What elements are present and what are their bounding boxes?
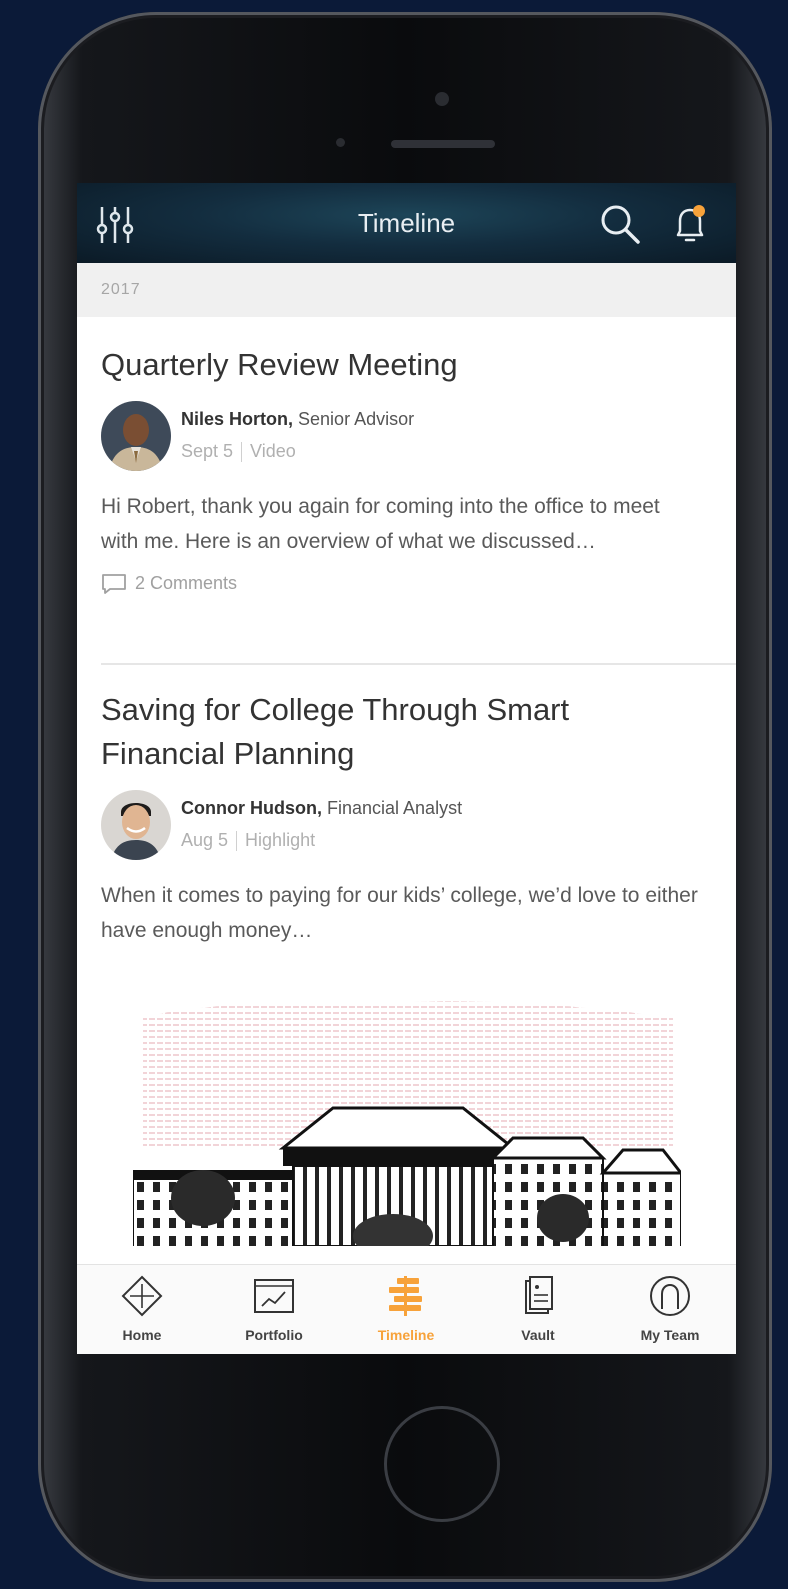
bell-icon [676, 205, 705, 242]
author-name-text: Niles Horton, [181, 409, 294, 429]
meta-divider [236, 831, 238, 852]
earpiece-speaker [391, 140, 495, 148]
search-icon [601, 205, 640, 244]
post-excerpt: When it comes to paying for our kids’ co… [101, 884, 698, 942]
tab-portfolio[interactable]: Portfolio [219, 1265, 329, 1354]
app-screen: Timeline 2017 Quarterly Review Meeting N… [77, 183, 736, 1354]
tab-home[interactable]: Home [87, 1265, 197, 1354]
my-team-icon [650, 1276, 690, 1316]
author-role: Senior Advisor [298, 409, 415, 429]
vault-document-icon [525, 1276, 553, 1314]
year-section-header: 2017 [77, 263, 736, 317]
tab-timeline[interactable]: Timeline [351, 1265, 461, 1354]
post-meta: Sept 5 Video [181, 441, 296, 463]
comment-bubble-icon [102, 574, 126, 594]
post-type: Video [250, 441, 296, 461]
author-name-text: Connor Hudson, [181, 798, 322, 818]
tab-label: Timeline [377, 1327, 435, 1343]
notifications-button[interactable] [667, 199, 713, 249]
home-diamond-icon [121, 1275, 163, 1317]
timeline-icon [389, 1276, 422, 1316]
front-camera [435, 92, 449, 106]
notification-dot [693, 205, 705, 217]
tab-label: Home [122, 1327, 162, 1343]
post-type: Highlight [245, 830, 316, 850]
post-illustration[interactable] [132, 998, 685, 1263]
top-bar: Timeline [77, 183, 736, 263]
advisor-photo-icon [101, 401, 171, 471]
author-name: Niles Horton, Senior Advisor [181, 409, 414, 430]
post-title[interactable]: Quarterly Review Meeting [101, 343, 736, 387]
tab-label: My Team [640, 1327, 700, 1343]
proximity-sensor [336, 138, 345, 147]
post-meta: Aug 5 Highlight [181, 830, 316, 852]
treasury-building-illustration [132, 1001, 685, 1263]
meta-divider [241, 442, 243, 463]
author-role: Financial Analyst [327, 798, 463, 818]
search-button[interactable] [597, 201, 643, 247]
bottom-tab-bar: Home Portfolio Timeline Vault My Team [77, 1264, 736, 1354]
portfolio-chart-icon [254, 1279, 294, 1313]
post-author: Connor Hudson, Financial Analyst Aug 5 Hi… [101, 790, 736, 864]
post-author: Niles Horton, Senior Advisor Sept 5 Video [101, 401, 736, 475]
post-date: Sept 5 [181, 441, 234, 461]
comments-link[interactable]: 2 Comments [101, 571, 736, 599]
tab-vault[interactable]: Vault [483, 1265, 593, 1354]
comments-count: 2 Comments [135, 573, 238, 593]
analyst-photo-icon [101, 790, 171, 860]
timeline-post[interactable]: Saving for College Through Smart Financi… [101, 688, 736, 948]
year-label: 2017 [101, 281, 141, 298]
tab-my-team[interactable]: My Team [615, 1265, 725, 1354]
avatar [101, 401, 171, 471]
tab-label: Portfolio [245, 1327, 303, 1343]
home-button[interactable] [384, 1406, 500, 1522]
post-date: Aug 5 [181, 830, 229, 850]
post-title[interactable]: Saving for College Through Smart Financi… [101, 688, 661, 776]
avatar [101, 790, 171, 860]
tab-label: Vault [521, 1327, 555, 1343]
post-excerpt: Hi Robert, thank you again for coming in… [101, 495, 660, 553]
timeline-post[interactable]: Quarterly Review Meeting Niles Horton, S… [101, 343, 736, 599]
post-divider [101, 663, 736, 665]
author-name: Connor Hudson, Financial Analyst [181, 798, 462, 819]
